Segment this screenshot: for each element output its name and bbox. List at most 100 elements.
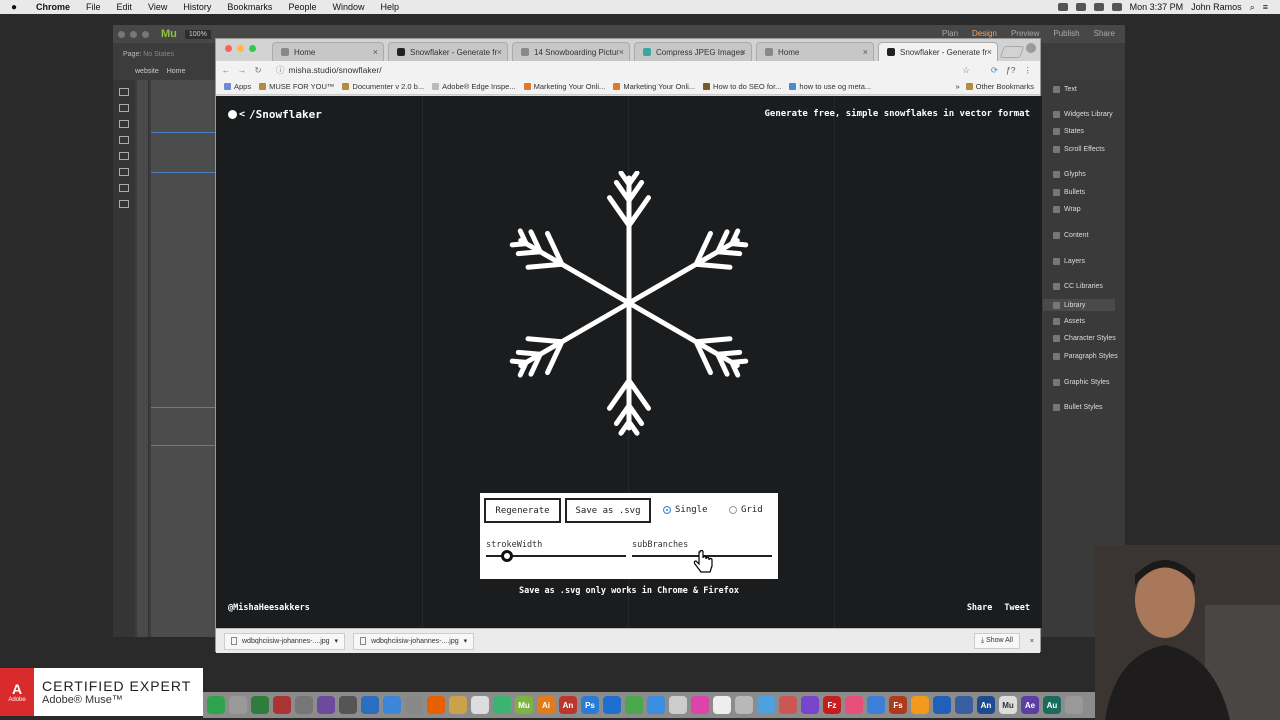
- panel-content[interactable]: Content: [1053, 232, 1089, 239]
- panel-paragraph-styles[interactable]: Paragraph Styles: [1053, 353, 1118, 360]
- tweet-link[interactable]: Tweet: [1004, 603, 1030, 613]
- muse-canvas[interactable]: [151, 80, 215, 637]
- muse-zoom-select[interactable]: 100%: [184, 29, 211, 39]
- menu-view[interactable]: View: [140, 2, 175, 12]
- muse-zoom-icon[interactable]: [142, 30, 149, 38]
- app-icon[interactable]: [449, 696, 467, 714]
- panel-states[interactable]: States: [1053, 128, 1084, 135]
- app-icon[interactable]: [735, 696, 753, 714]
- brand[interactable]: < /Snowflaker: [228, 108, 322, 121]
- app-icon[interactable]: [933, 696, 951, 714]
- fireworks-app-icon[interactable]: Fs: [889, 696, 907, 714]
- panel-bullets[interactable]: Bullets: [1053, 189, 1085, 196]
- app-icon[interactable]: [295, 696, 313, 714]
- close-download-bar-icon[interactable]: ×: [1030, 638, 1034, 645]
- camera-icon[interactable]: [1057, 3, 1068, 11]
- menu-help[interactable]: Help: [372, 2, 407, 12]
- tab-snowflaker-active[interactable]: Snowflaker - Generate fr ×: [878, 42, 998, 61]
- panel-wrap[interactable]: Wrap: [1053, 206, 1081, 213]
- menu-people[interactable]: People: [280, 2, 324, 12]
- share-link[interactable]: Share: [967, 603, 993, 613]
- radio-dot[interactable]: [729, 506, 737, 514]
- mode-design[interactable]: Design: [972, 29, 997, 38]
- reload-icon[interactable]: ↻: [252, 65, 264, 76]
- zoom-tool-icon[interactable]: [119, 184, 129, 192]
- photoshop-app-icon[interactable]: Ps: [581, 696, 599, 714]
- app-icon[interactable]: [383, 696, 401, 714]
- app-icon[interactable]: [669, 696, 687, 714]
- guide-line[interactable]: [151, 172, 215, 173]
- tab-snowflaker-1[interactable]: Snowflaker - Generate fr ×: [388, 42, 508, 61]
- menubar-user[interactable]: John Ramos: [1191, 2, 1242, 12]
- panel-widgets-library[interactable]: Widgets Library: [1053, 111, 1113, 118]
- bookmark-star-icon[interactable]: ☆: [962, 65, 970, 76]
- tab-snowboarding[interactable]: 14 Snowboarding Pictur ×: [512, 42, 630, 61]
- download-item[interactable]: wdbqhciisiw-johannes-....jpg ▾: [224, 632, 346, 650]
- menubar-clock[interactable]: Mon 3:37 PM: [1130, 2, 1184, 12]
- close-tab-icon[interactable]: ×: [863, 47, 868, 57]
- close-tab-icon[interactable]: ×: [619, 47, 624, 57]
- muse-app-icon[interactable]: Mu: [999, 696, 1017, 714]
- page-state[interactable]: No States: [143, 51, 174, 58]
- app-icon[interactable]: [471, 696, 489, 714]
- crop-tool-icon[interactable]: [119, 104, 129, 112]
- panel-character-styles[interactable]: Character Styles: [1053, 335, 1116, 342]
- app-icon[interactable]: [647, 696, 665, 714]
- bookmark-seo[interactable]: How to do SEO for...: [703, 82, 781, 91]
- app-icon[interactable]: [757, 696, 775, 714]
- chevron-down-icon[interactable]: ▾: [464, 637, 468, 645]
- mode-plan[interactable]: Plan: [942, 29, 958, 38]
- menu-window[interactable]: Window: [324, 2, 372, 12]
- address-bar[interactable]: ⓘ misha.studio/snowflaker/ ☆: [270, 63, 970, 77]
- forward-icon[interactable]: →: [236, 65, 248, 75]
- muse-close-icon[interactable]: [118, 30, 125, 38]
- new-tab-button[interactable]: [999, 46, 1025, 58]
- menu-file[interactable]: File: [78, 2, 109, 12]
- regenerate-button[interactable]: Regenerate: [484, 498, 561, 523]
- app-icon[interactable]: [911, 696, 929, 714]
- app-icon[interactable]: [339, 696, 357, 714]
- bookmark-marketing-2[interactable]: Marketing Your Onli...: [613, 82, 695, 91]
- app-icon[interactable]: [493, 696, 511, 714]
- chrome-menu-icon[interactable]: ⋮: [1024, 65, 1033, 76]
- spotlight-icon[interactable]: ⌕: [1250, 2, 1255, 13]
- app-icon[interactable]: [691, 696, 709, 714]
- app-icon[interactable]: [867, 696, 885, 714]
- profile-icon[interactable]: [1026, 43, 1036, 53]
- bookmark-muse-for-you[interactable]: MUSE FOR YOU™: [259, 82, 334, 91]
- muse-tab-home[interactable]: Home: [167, 68, 186, 78]
- after-effects-app-icon[interactable]: Ae: [1021, 696, 1039, 714]
- radio-dot-selected[interactable]: [663, 506, 671, 514]
- panel-scroll-effects[interactable]: Scroll Effects: [1053, 146, 1105, 153]
- volume-icon[interactable]: [1111, 3, 1122, 11]
- other-bookmarks[interactable]: Other Bookmarks: [965, 82, 1040, 91]
- stroke-width-thumb[interactable]: [501, 550, 513, 562]
- app-icon[interactable]: [251, 696, 269, 714]
- selection-tool-icon[interactable]: [119, 88, 129, 96]
- panel-text[interactable]: Text: [1053, 86, 1077, 93]
- tab-home-1[interactable]: Home ×: [272, 42, 384, 61]
- chevron-down-icon[interactable]: ▾: [335, 637, 339, 645]
- guide-line[interactable]: [151, 445, 215, 446]
- illustrator-app-icon[interactable]: Ai: [537, 696, 555, 714]
- radio-single[interactable]: Single: [663, 505, 708, 515]
- bookmark-marketing-1[interactable]: Marketing Your Onli...: [523, 82, 605, 91]
- firefox-icon[interactable]: [427, 696, 445, 714]
- tab-compress-jpeg[interactable]: Compress JPEG Images ×: [634, 42, 752, 61]
- muse-app-icon[interactable]: Mu: [515, 696, 533, 714]
- panel-glyphs[interactable]: Glyphs: [1053, 171, 1086, 178]
- mode-publish[interactable]: Publish: [1053, 29, 1079, 38]
- github-icon[interactable]: [317, 696, 335, 714]
- close-tab-icon[interactable]: ×: [741, 47, 746, 57]
- close-tab-icon[interactable]: ×: [987, 47, 992, 57]
- app-icon[interactable]: [955, 696, 973, 714]
- panel-graphic-styles[interactable]: Graphic Styles: [1053, 379, 1110, 386]
- app-icon[interactable]: [625, 696, 643, 714]
- app-icon[interactable]: [361, 696, 379, 714]
- bookmarks-overflow[interactable]: »: [949, 82, 965, 91]
- panel-bullet-styles[interactable]: Bullet Styles: [1053, 404, 1103, 411]
- app-icon[interactable]: [779, 696, 797, 714]
- extension-icon[interactable]: ⟳: [991, 65, 998, 76]
- panel-cc-libraries[interactable]: CC Libraries: [1053, 283, 1103, 290]
- bookmark-og-meta[interactable]: how to use og meta...: [789, 82, 871, 91]
